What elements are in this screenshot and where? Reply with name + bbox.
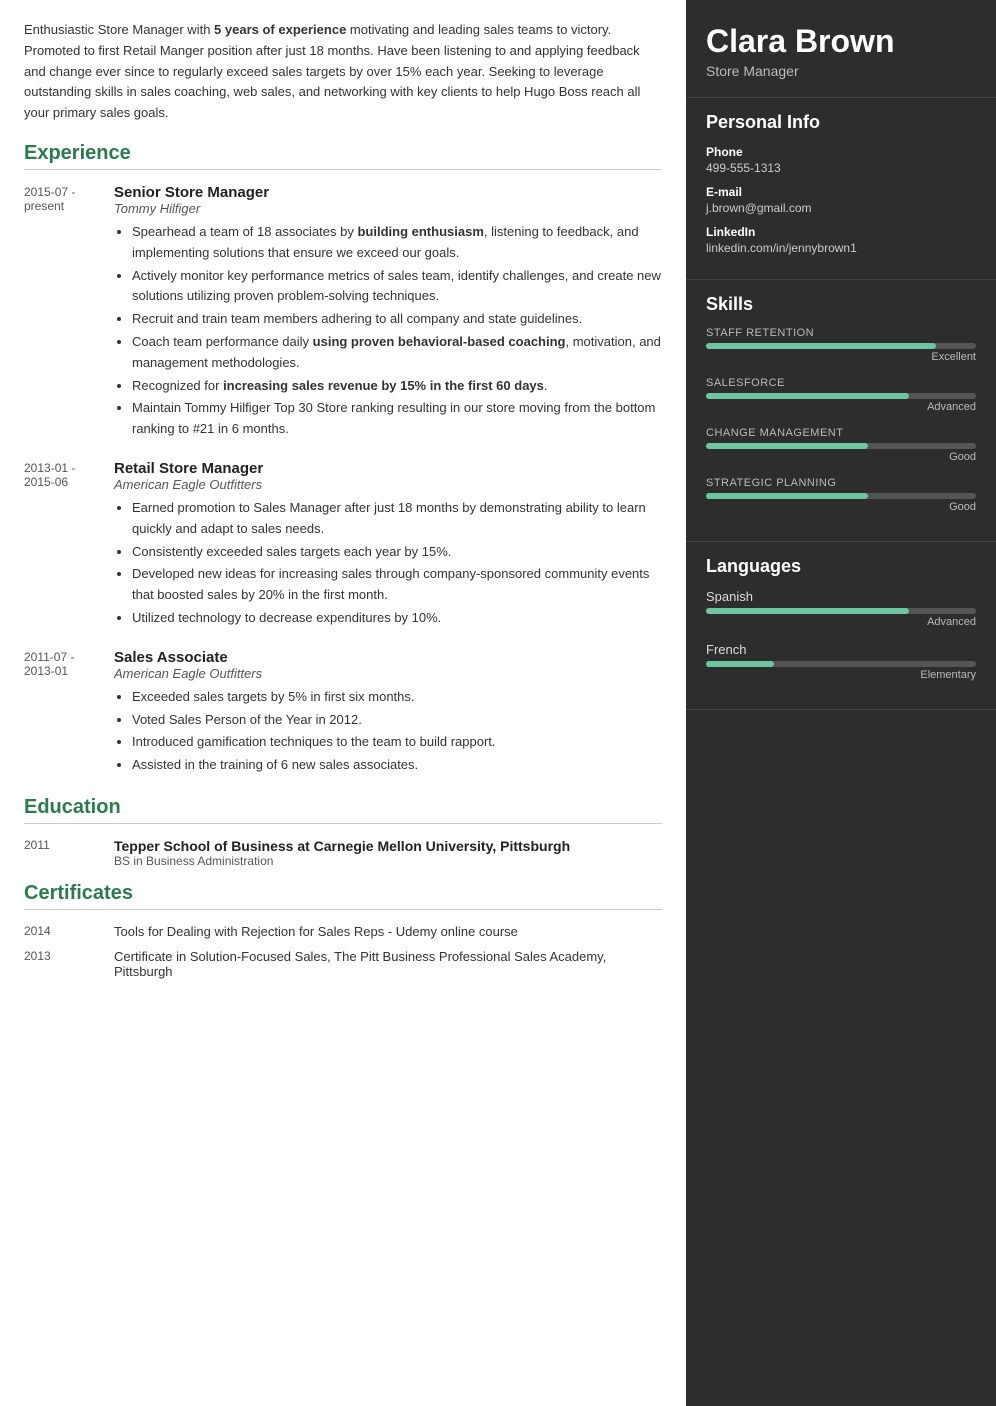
edu-year: 2011 [24, 838, 114, 868]
edu-school: Tepper School of Business at Carnegie Me… [114, 838, 570, 854]
list-item: Exceeded sales targets by 5% in first si… [132, 687, 662, 708]
lang-level-spanish: Advanced [706, 616, 976, 628]
edu-content: Tepper School of Business at Carnegie Me… [114, 838, 570, 868]
certificates-heading: Certificates [24, 882, 662, 910]
experience-heading: Experience [24, 142, 662, 170]
skill-salesforce: SALESFORCE Advanced [706, 377, 976, 413]
right-panel: Clara Brown Store Manager Personal Info … [686, 0, 996, 1406]
phone-value: 499-555-1313 [706, 161, 976, 175]
exp-company-senior: Tommy Hilfiger [114, 201, 662, 216]
skill-change-mgmt: CHANGE MANAGEMENT Good [706, 427, 976, 463]
cert-entry-2: 2013 Certificate in Solution-Focused Sal… [24, 949, 662, 979]
cert-entry-1: 2014 Tools for Dealing with Rejection fo… [24, 924, 662, 939]
lang-level-french: Elementary [706, 669, 976, 681]
resume-container: Enthusiastic Store Manager with 5 years … [0, 0, 996, 1406]
cert-text-2: Certificate in Solution-Focused Sales, T… [114, 949, 662, 979]
exp-entry-senior: 2015-07 -present Senior Store Manager To… [24, 184, 662, 442]
list-item: Developed new ideas for increasing sales… [132, 564, 662, 606]
lang-spanish: Spanish Advanced [706, 589, 976, 628]
skill-level-salesforce: Advanced [706, 401, 976, 413]
exp-bullets-senior: Spearhead a team of 18 associates by bui… [114, 222, 662, 440]
list-item: Earned promotion to Sales Manager after … [132, 498, 662, 540]
languages-heading: Languages [706, 556, 976, 577]
skill-name-staff: STAFF RETENTION [706, 327, 976, 339]
lang-bar-bg-french [706, 661, 976, 667]
exp-bullets-associate: Exceeded sales targets by 5% in first si… [114, 687, 662, 776]
exp-title-retail: Retail Store Manager [114, 460, 662, 477]
list-item: Voted Sales Person of the Year in 2012. [132, 710, 662, 731]
skill-staff-retention: STAFF RETENTION Excellent [706, 327, 976, 363]
lang-french: French Elementary [706, 642, 976, 681]
exp-company-retail: American Eagle Outfitters [114, 477, 662, 492]
name-section: Clara Brown Store Manager [686, 0, 996, 98]
skill-bar-bg-staff [706, 343, 976, 349]
list-item: Spearhead a team of 18 associates by bui… [132, 222, 662, 264]
exp-date-retail: 2013-01 -2015-06 [24, 460, 114, 631]
list-item: Utilized technology to decrease expendit… [132, 608, 662, 629]
list-item: Actively monitor key performance metrics… [132, 266, 662, 308]
skill-bar-bg-strategic [706, 493, 976, 499]
cert-year-2: 2013 [24, 949, 114, 979]
list-item: Consistently exceeded sales targets each… [132, 542, 662, 563]
phone-label: Phone [706, 145, 976, 159]
exp-date-associate: 2011-07 -2013-01 [24, 649, 114, 778]
list-item: Maintain Tommy Hilfiger Top 30 Store ran… [132, 398, 662, 440]
email-label: E-mail [706, 185, 976, 199]
lang-name-french: French [706, 642, 976, 657]
skill-bar-fill-strategic [706, 493, 868, 499]
skill-bar-fill-change-mgmt [706, 443, 868, 449]
skill-name-strategic: STRATEGIC PLANNING [706, 477, 976, 489]
edu-degree: BS in Business Administration [114, 854, 570, 868]
list-item: Introduced gamification techniques to th… [132, 732, 662, 753]
candidate-role: Store Manager [706, 63, 976, 79]
exp-content-retail: Retail Store Manager American Eagle Outf… [114, 460, 662, 631]
exp-content-associate: Sales Associate American Eagle Outfitter… [114, 649, 662, 778]
linkedin-value: linkedin.com/in/jennybrown1 [706, 241, 976, 255]
skills-section: Skills STAFF RETENTION Excellent SALESFO… [686, 280, 996, 542]
exp-company-associate: American Eagle Outfitters [114, 666, 662, 681]
summary-text: Enthusiastic Store Manager with 5 years … [24, 20, 662, 124]
skill-level-strategic: Good [706, 501, 976, 513]
exp-bullets-retail: Earned promotion to Sales Manager after … [114, 498, 662, 629]
exp-title-senior: Senior Store Manager [114, 184, 662, 201]
lang-bar-bg-spanish [706, 608, 976, 614]
exp-entry-associate: 2011-07 -2013-01 Sales Associate America… [24, 649, 662, 778]
skill-bar-bg-salesforce [706, 393, 976, 399]
languages-section: Languages Spanish Advanced French Elemen… [686, 542, 996, 710]
left-panel: Enthusiastic Store Manager with 5 years … [0, 0, 686, 1406]
skill-bar-bg-change-mgmt [706, 443, 976, 449]
skill-bar-fill-staff [706, 343, 936, 349]
candidate-name: Clara Brown [706, 24, 976, 59]
edu-entry: 2011 Tepper School of Business at Carneg… [24, 838, 662, 868]
exp-date-senior: 2015-07 -present [24, 184, 114, 442]
personal-info-heading: Personal Info [706, 112, 976, 133]
list-item: Coach team performance daily using prove… [132, 332, 662, 374]
lang-bar-fill-french [706, 661, 774, 667]
exp-content-senior: Senior Store Manager Tommy Hilfiger Spea… [114, 184, 662, 442]
skill-level-staff: Excellent [706, 351, 976, 363]
exp-title-associate: Sales Associate [114, 649, 662, 666]
personal-info-section: Personal Info Phone 499-555-1313 E-mail … [686, 98, 996, 280]
education-heading: Education [24, 796, 662, 824]
list-item: Recruit and train team members adhering … [132, 309, 662, 330]
list-item: Assisted in the training of 6 new sales … [132, 755, 662, 776]
skill-name-salesforce: SALESFORCE [706, 377, 976, 389]
cert-text-1: Tools for Dealing with Rejection for Sal… [114, 924, 662, 939]
linkedin-label: LinkedIn [706, 225, 976, 239]
list-item: Recognized for increasing sales revenue … [132, 376, 662, 397]
skill-level-change-mgmt: Good [706, 451, 976, 463]
skill-strategic-planning: STRATEGIC PLANNING Good [706, 477, 976, 513]
skill-bar-fill-salesforce [706, 393, 909, 399]
lang-bar-fill-spanish [706, 608, 909, 614]
exp-entry-retail: 2013-01 -2015-06 Retail Store Manager Am… [24, 460, 662, 631]
skill-name-change-mgmt: CHANGE MANAGEMENT [706, 427, 976, 439]
skills-heading: Skills [706, 294, 976, 315]
email-value: j.brown@gmail.com [706, 201, 976, 215]
cert-year-1: 2014 [24, 924, 114, 939]
lang-name-spanish: Spanish [706, 589, 976, 604]
